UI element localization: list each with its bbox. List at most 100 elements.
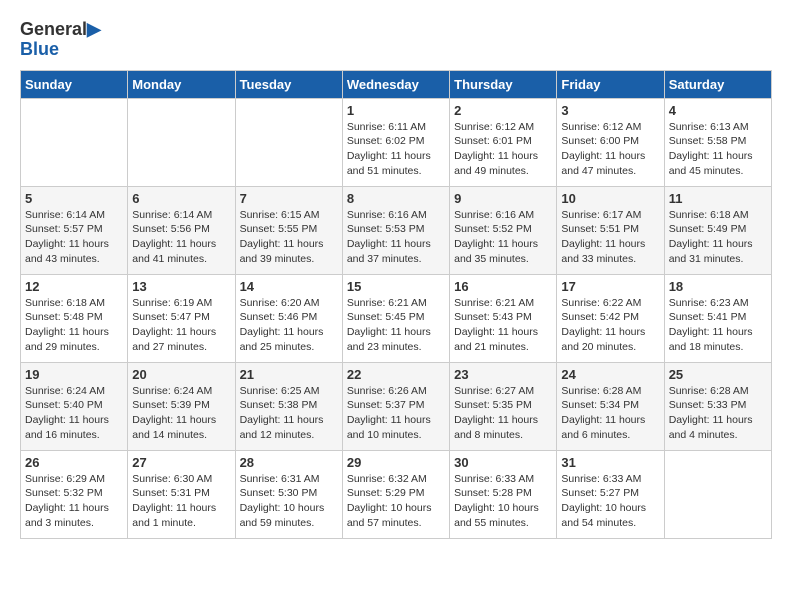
day-info: Sunrise: 6:16 AM Sunset: 5:52 PM Dayligh… bbox=[454, 208, 552, 267]
day-of-week-header: Monday bbox=[128, 70, 235, 98]
day-info: Sunrise: 6:17 AM Sunset: 5:51 PM Dayligh… bbox=[561, 208, 659, 267]
day-info: Sunrise: 6:22 AM Sunset: 5:42 PM Dayligh… bbox=[561, 296, 659, 355]
day-info: Sunrise: 6:19 AM Sunset: 5:47 PM Dayligh… bbox=[132, 296, 230, 355]
day-number: 7 bbox=[240, 191, 338, 206]
day-info: Sunrise: 6:29 AM Sunset: 5:32 PM Dayligh… bbox=[25, 472, 123, 531]
day-number: 12 bbox=[25, 279, 123, 294]
day-info: Sunrise: 6:13 AM Sunset: 5:58 PM Dayligh… bbox=[669, 120, 767, 179]
day-info: Sunrise: 6:21 AM Sunset: 5:45 PM Dayligh… bbox=[347, 296, 445, 355]
calendar-cell bbox=[664, 450, 771, 538]
calendar-cell: 19Sunrise: 6:24 AM Sunset: 5:40 PM Dayli… bbox=[21, 362, 128, 450]
calendar-cell: 23 Sunrise: 6:27 AM Sunset: 5:35 PM Dayli… bbox=[450, 362, 557, 450]
day-of-week-header: Thursday bbox=[450, 70, 557, 98]
day-number: 4 bbox=[669, 103, 767, 118]
day-number: 25 bbox=[669, 367, 767, 382]
calendar-cell bbox=[235, 98, 342, 186]
day-number: 1 bbox=[347, 103, 445, 118]
day-number: 5 bbox=[25, 191, 123, 206]
logo-text: General▶ bbox=[20, 20, 101, 40]
calendar-cell: 16 Sunrise: 6:21 AM Sunset: 5:43 PM Dayli… bbox=[450, 274, 557, 362]
logo: General▶ Blue bbox=[20, 20, 101, 60]
calendar-cell: 17 Sunrise: 6:22 AM Sunset: 5:42 PM Dayli… bbox=[557, 274, 664, 362]
day-info: Sunrise: 6:24 AM Sunset: 5:39 PM Dayligh… bbox=[132, 384, 230, 443]
day-info: Sunrise: 6:26 AM Sunset: 5:37 PM Dayligh… bbox=[347, 384, 445, 443]
day-info: Sunrise: 6:12 AM Sunset: 6:00 PM Dayligh… bbox=[561, 120, 659, 179]
calendar-cell: 1 Sunrise: 6:11 AM Sunset: 6:02 PM Daylig… bbox=[342, 98, 449, 186]
calendar-cell: 28 Sunrise: 6:31 AM Sunset: 5:30 PM Dayli… bbox=[235, 450, 342, 538]
calendar-cell bbox=[21, 98, 128, 186]
day-info: Sunrise: 6:32 AM Sunset: 5:29 PM Dayligh… bbox=[347, 472, 445, 531]
calendar-table: SundayMondayTuesdayWednesdayThursdayFrid… bbox=[20, 70, 772, 539]
day-number: 15 bbox=[347, 279, 445, 294]
day-number: 10 bbox=[561, 191, 659, 206]
day-info: Sunrise: 6:30 AM Sunset: 5:31 PM Dayligh… bbox=[132, 472, 230, 531]
day-number: 19 bbox=[25, 367, 123, 382]
day-info: Sunrise: 6:20 AM Sunset: 5:46 PM Dayligh… bbox=[240, 296, 338, 355]
day-number: 18 bbox=[669, 279, 767, 294]
day-info: Sunrise: 6:25 AM Sunset: 5:38 PM Dayligh… bbox=[240, 384, 338, 443]
day-info: Sunrise: 6:14 AM Sunset: 5:57 PM Dayligh… bbox=[25, 208, 123, 267]
day-info: Sunrise: 6:31 AM Sunset: 5:30 PM Dayligh… bbox=[240, 472, 338, 531]
calendar-cell: 27 Sunrise: 6:30 AM Sunset: 5:31 PM Dayli… bbox=[128, 450, 235, 538]
calendar-cell: 29 Sunrise: 6:32 AM Sunset: 5:29 PM Dayli… bbox=[342, 450, 449, 538]
day-info: Sunrise: 6:12 AM Sunset: 6:01 PM Dayligh… bbox=[454, 120, 552, 179]
day-of-week-header: Sunday bbox=[21, 70, 128, 98]
day-info: Sunrise: 6:33 AM Sunset: 5:27 PM Dayligh… bbox=[561, 472, 659, 531]
calendar-cell: 12 Sunrise: 6:18 AM Sunset: 5:48 PM Dayli… bbox=[21, 274, 128, 362]
header-row: SundayMondayTuesdayWednesdayThursdayFrid… bbox=[21, 70, 772, 98]
day-number: 2 bbox=[454, 103, 552, 118]
calendar-cell: 20Sunrise: 6:24 AM Sunset: 5:39 PM Dayli… bbox=[128, 362, 235, 450]
day-number: 24 bbox=[561, 367, 659, 382]
day-number: 29 bbox=[347, 455, 445, 470]
day-info: Sunrise: 6:21 AM Sunset: 5:43 PM Dayligh… bbox=[454, 296, 552, 355]
logo-blue: Blue bbox=[20, 40, 59, 60]
day-number: 23 bbox=[454, 367, 552, 382]
day-number: 27 bbox=[132, 455, 230, 470]
calendar-cell: 26Sunrise: 6:29 AM Sunset: 5:32 PM Dayli… bbox=[21, 450, 128, 538]
calendar-cell: 4 Sunrise: 6:13 AM Sunset: 5:58 PM Daylig… bbox=[664, 98, 771, 186]
calendar-week-row: 26Sunrise: 6:29 AM Sunset: 5:32 PM Dayli… bbox=[21, 450, 772, 538]
calendar-week-row: 1 Sunrise: 6:11 AM Sunset: 6:02 PM Daylig… bbox=[21, 98, 772, 186]
page-header: General▶ Blue bbox=[20, 20, 772, 60]
calendar-cell: 11 Sunrise: 6:18 AM Sunset: 5:49 PM Dayli… bbox=[664, 186, 771, 274]
day-number: 6 bbox=[132, 191, 230, 206]
calendar-cell: 31Sunrise: 6:33 AM Sunset: 5:27 PM Dayli… bbox=[557, 450, 664, 538]
day-info: Sunrise: 6:18 AM Sunset: 5:48 PM Dayligh… bbox=[25, 296, 123, 355]
calendar-cell: 6 Sunrise: 6:14 AM Sunset: 5:56 PM Daylig… bbox=[128, 186, 235, 274]
calendar-cell: 18 Sunrise: 6:23 AM Sunset: 5:41 PM Dayli… bbox=[664, 274, 771, 362]
day-info: Sunrise: 6:28 AM Sunset: 5:34 PM Dayligh… bbox=[561, 384, 659, 443]
calendar-cell: 24 Sunrise: 6:28 AM Sunset: 5:34 PM Dayli… bbox=[557, 362, 664, 450]
day-number: 16 bbox=[454, 279, 552, 294]
calendar-cell: 3 Sunrise: 6:12 AM Sunset: 6:00 PM Daylig… bbox=[557, 98, 664, 186]
day-number: 17 bbox=[561, 279, 659, 294]
calendar-cell: 14 Sunrise: 6:20 AM Sunset: 5:46 PM Dayli… bbox=[235, 274, 342, 362]
day-number: 21 bbox=[240, 367, 338, 382]
calendar-cell: 7Sunrise: 6:15 AM Sunset: 5:55 PM Daylig… bbox=[235, 186, 342, 274]
calendar-cell: 21 Sunrise: 6:25 AM Sunset: 5:38 PM Dayli… bbox=[235, 362, 342, 450]
calendar-cell bbox=[128, 98, 235, 186]
day-info: Sunrise: 6:23 AM Sunset: 5:41 PM Dayligh… bbox=[669, 296, 767, 355]
calendar-body: 1 Sunrise: 6:11 AM Sunset: 6:02 PM Daylig… bbox=[21, 98, 772, 538]
calendar-week-row: 19Sunrise: 6:24 AM Sunset: 5:40 PM Dayli… bbox=[21, 362, 772, 450]
day-number: 14 bbox=[240, 279, 338, 294]
day-of-week-header: Wednesday bbox=[342, 70, 449, 98]
day-of-week-header: Saturday bbox=[664, 70, 771, 98]
calendar-header: SundayMondayTuesdayWednesdayThursdayFrid… bbox=[21, 70, 772, 98]
day-info: Sunrise: 6:28 AM Sunset: 5:33 PM Dayligh… bbox=[669, 384, 767, 443]
day-number: 13 bbox=[132, 279, 230, 294]
calendar-week-row: 12 Sunrise: 6:18 AM Sunset: 5:48 PM Dayli… bbox=[21, 274, 772, 362]
calendar-cell: 25 Sunrise: 6:28 AM Sunset: 5:33 PM Dayli… bbox=[664, 362, 771, 450]
day-number: 28 bbox=[240, 455, 338, 470]
calendar-cell: 22Sunrise: 6:26 AM Sunset: 5:37 PM Dayli… bbox=[342, 362, 449, 450]
day-number: 11 bbox=[669, 191, 767, 206]
calendar-cell: 10 Sunrise: 6:17 AM Sunset: 5:51 PM Dayli… bbox=[557, 186, 664, 274]
day-info: Sunrise: 6:27 AM Sunset: 5:35 PM Dayligh… bbox=[454, 384, 552, 443]
day-info: Sunrise: 6:14 AM Sunset: 5:56 PM Dayligh… bbox=[132, 208, 230, 267]
day-number: 9 bbox=[454, 191, 552, 206]
calendar-cell: 9 Sunrise: 6:16 AM Sunset: 5:52 PM Daylig… bbox=[450, 186, 557, 274]
day-number: 3 bbox=[561, 103, 659, 118]
calendar-cell: 30Sunrise: 6:33 AM Sunset: 5:28 PM Dayli… bbox=[450, 450, 557, 538]
calendar-cell: 2 Sunrise: 6:12 AM Sunset: 6:01 PM Daylig… bbox=[450, 98, 557, 186]
day-info: Sunrise: 6:18 AM Sunset: 5:49 PM Dayligh… bbox=[669, 208, 767, 267]
day-info: Sunrise: 6:11 AM Sunset: 6:02 PM Dayligh… bbox=[347, 120, 445, 179]
